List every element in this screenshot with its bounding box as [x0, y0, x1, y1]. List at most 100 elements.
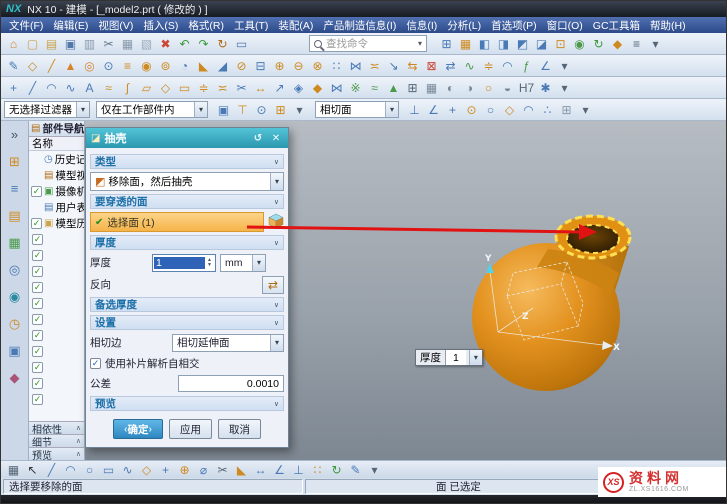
i-form-icon[interactable]: ◆	[308, 79, 327, 97]
menu-item[interactable]: 工具(T)	[229, 18, 273, 33]
pattern-feature-icon[interactable]: ∷	[327, 57, 346, 75]
sketch-icon[interactable]: ✎	[4, 57, 23, 75]
view-shortcut-icon[interactable]: ▦	[4, 461, 23, 479]
section-type[interactable]: 类型	[90, 154, 284, 169]
menu-item[interactable]: 格式(R)	[183, 18, 229, 33]
n-sided-surface-icon[interactable]: ◇	[156, 79, 175, 97]
new-file-icon[interactable]: ▢	[23, 35, 42, 53]
intersect-icon[interactable]: ⊗	[308, 57, 327, 75]
boss-icon[interactable]: ◉	[137, 57, 156, 75]
navigator-item[interactable]: ✓ ◷ 历史记录模式	[29, 151, 84, 167]
selection-scope-combo[interactable]: 仅在工作部件内	[96, 101, 208, 118]
ok-button[interactable]: 确定	[113, 419, 163, 439]
navigator-feature-row[interactable]: ✓	[29, 311, 84, 327]
text-icon[interactable]: A	[80, 79, 99, 97]
datum-axis-icon[interactable]: ╱	[42, 57, 61, 75]
extension-icon[interactable]: ↔	[251, 79, 270, 97]
highlight-select-icon[interactable]: ▣	[214, 101, 233, 119]
mirror-feature-icon[interactable]: ⋈	[346, 57, 365, 75]
bounded-plane-icon[interactable]: ▭	[175, 79, 194, 97]
section-face-to-pierce[interactable]: 要穿透的面	[90, 194, 284, 209]
render-style-icon[interactable]: ◒	[498, 79, 517, 97]
x-form-icon[interactable]: ◈	[289, 79, 308, 97]
fit-tolerance-icon[interactable]: H7	[517, 79, 536, 97]
tangent-edge-combo[interactable]: 相切延伸面	[172, 334, 284, 352]
check-icon[interactable]: ✓	[32, 266, 43, 277]
split-body-icon[interactable]: ⊟	[251, 57, 270, 75]
extrude-icon[interactable]: ▲	[61, 57, 80, 75]
check-icon[interactable]: ✓	[32, 234, 43, 245]
navigator-name-column[interactable]: 名称	[29, 137, 84, 151]
perpendicular-icon[interactable]: ⊥	[289, 461, 308, 479]
type-filter-combo[interactable]: 无选择过滤器	[4, 101, 90, 118]
check-icon[interactable]: ✓	[32, 346, 43, 357]
sew-icon[interactable]: ∿	[460, 57, 479, 75]
section-settings[interactable]: 设置	[90, 315, 284, 330]
point-icon[interactable]: +	[4, 79, 23, 97]
navigator-feature-row[interactable]: ✓	[29, 375, 84, 391]
menu-item[interactable]: GC工具箱	[588, 18, 645, 33]
view-right-icon[interactable]: ◨	[494, 35, 513, 53]
navigator-item[interactable]: ✓ ▤ 用户表达式	[29, 199, 84, 215]
navigator-feature-row[interactable]: ✓	[29, 295, 84, 311]
snap-grid-icon[interactable]: ⊞	[557, 101, 576, 119]
expressions-icon[interactable]: ƒ	[517, 57, 536, 75]
measure-angle-icon[interactable]: ∠	[536, 57, 555, 75]
menu-item[interactable]: 分析(L)	[442, 18, 486, 33]
bottom-more-icon[interactable]: ▾	[365, 461, 384, 479]
shell-type-combo[interactable]: ◩ 移除面，然后抽壳	[90, 172, 284, 191]
match-edge-icon[interactable]: ⋈	[327, 79, 346, 97]
replace-face-icon[interactable]: ⇄	[441, 57, 460, 75]
sketch-arc-icon[interactable]: ◠	[61, 461, 80, 479]
grid-icon[interactable]: ▦	[422, 79, 441, 97]
fit-view-icon[interactable]: ⊡	[551, 35, 570, 53]
snap-arc-icon[interactable]: ◠	[519, 101, 538, 119]
delete-icon[interactable]: ✖	[156, 35, 175, 53]
view-iso-icon[interactable]: ◪	[532, 35, 551, 53]
navigator-tab[interactable]: 细节	[29, 434, 84, 447]
offset-curve-icon[interactable]: ⊕	[175, 461, 194, 479]
studio-spline-icon[interactable]: ∿	[61, 79, 80, 97]
thickness-tag-value[interactable]: 1	[445, 350, 466, 365]
paste-icon[interactable]: ▧	[137, 35, 156, 53]
check-icon[interactable]: ✓	[32, 298, 43, 309]
trimmed-sheet-icon[interactable]: ✂	[232, 79, 251, 97]
sidebar-toggle-icon[interactable]: »	[5, 124, 25, 144]
window-icon[interactable]: ⊞	[437, 35, 456, 53]
face-selection-cube-icon[interactable]	[268, 213, 284, 232]
layout-icon[interactable]: ▦	[456, 35, 475, 53]
section-analysis-icon[interactable]: ⊞	[403, 79, 422, 97]
part-navigator-icon[interactable]: ▤	[5, 205, 25, 225]
feature-more-icon[interactable]: ▾	[555, 57, 574, 75]
more-options-icon[interactable]: ▾	[646, 35, 665, 53]
menu-item[interactable]: 窗口(O)	[542, 18, 588, 33]
surface-more-icon[interactable]: ▾	[555, 79, 574, 97]
redo-icon[interactable]: ↷	[194, 35, 213, 53]
chevron-down-icon[interactable]	[469, 350, 482, 365]
start-icon[interactable]: ⌂	[4, 35, 23, 53]
menu-item[interactable]: 装配(A)	[273, 18, 318, 33]
check-icon[interactable]: ✓	[32, 362, 43, 373]
menu-item[interactable]: 文件(F)	[4, 18, 48, 33]
reuse-library-icon[interactable]: ▦	[5, 232, 25, 252]
unit-combo[interactable]: mm	[220, 254, 266, 272]
through-curves-icon[interactable]: ≈	[99, 79, 118, 97]
draft-analysis-icon[interactable]: ▲	[384, 79, 403, 97]
sketch-task-icon[interactable]: ✎	[346, 461, 365, 479]
menu-item[interactable]: 帮助(H)	[645, 18, 691, 33]
menu-item[interactable]: 编辑(E)	[48, 18, 93, 33]
diameter-dim-icon[interactable]: ⌀	[194, 461, 213, 479]
offset-surface-icon[interactable]: ≍	[213, 79, 232, 97]
repeat-command-icon[interactable]: ↻	[213, 35, 232, 53]
check-icon[interactable]: ✓	[32, 282, 43, 293]
law-extension-icon[interactable]: ↗	[270, 79, 289, 97]
orient-view-icon[interactable]: ◆	[608, 35, 627, 53]
subtract-icon[interactable]: ⊖	[289, 57, 308, 75]
dialog-title-bar[interactable]: ◪ 抽壳 ↺ ✕	[86, 128, 288, 148]
navigator-feature-row[interactable]: ✓	[29, 359, 84, 375]
scene-preferences-icon[interactable]: ◐	[441, 79, 460, 97]
navigator-tab[interactable]: 预览	[29, 447, 84, 460]
menu-item[interactable]: 信息(I)	[401, 18, 442, 33]
snap-more-icon[interactable]: ▾	[576, 101, 595, 119]
line-icon[interactable]: ╱	[23, 79, 42, 97]
